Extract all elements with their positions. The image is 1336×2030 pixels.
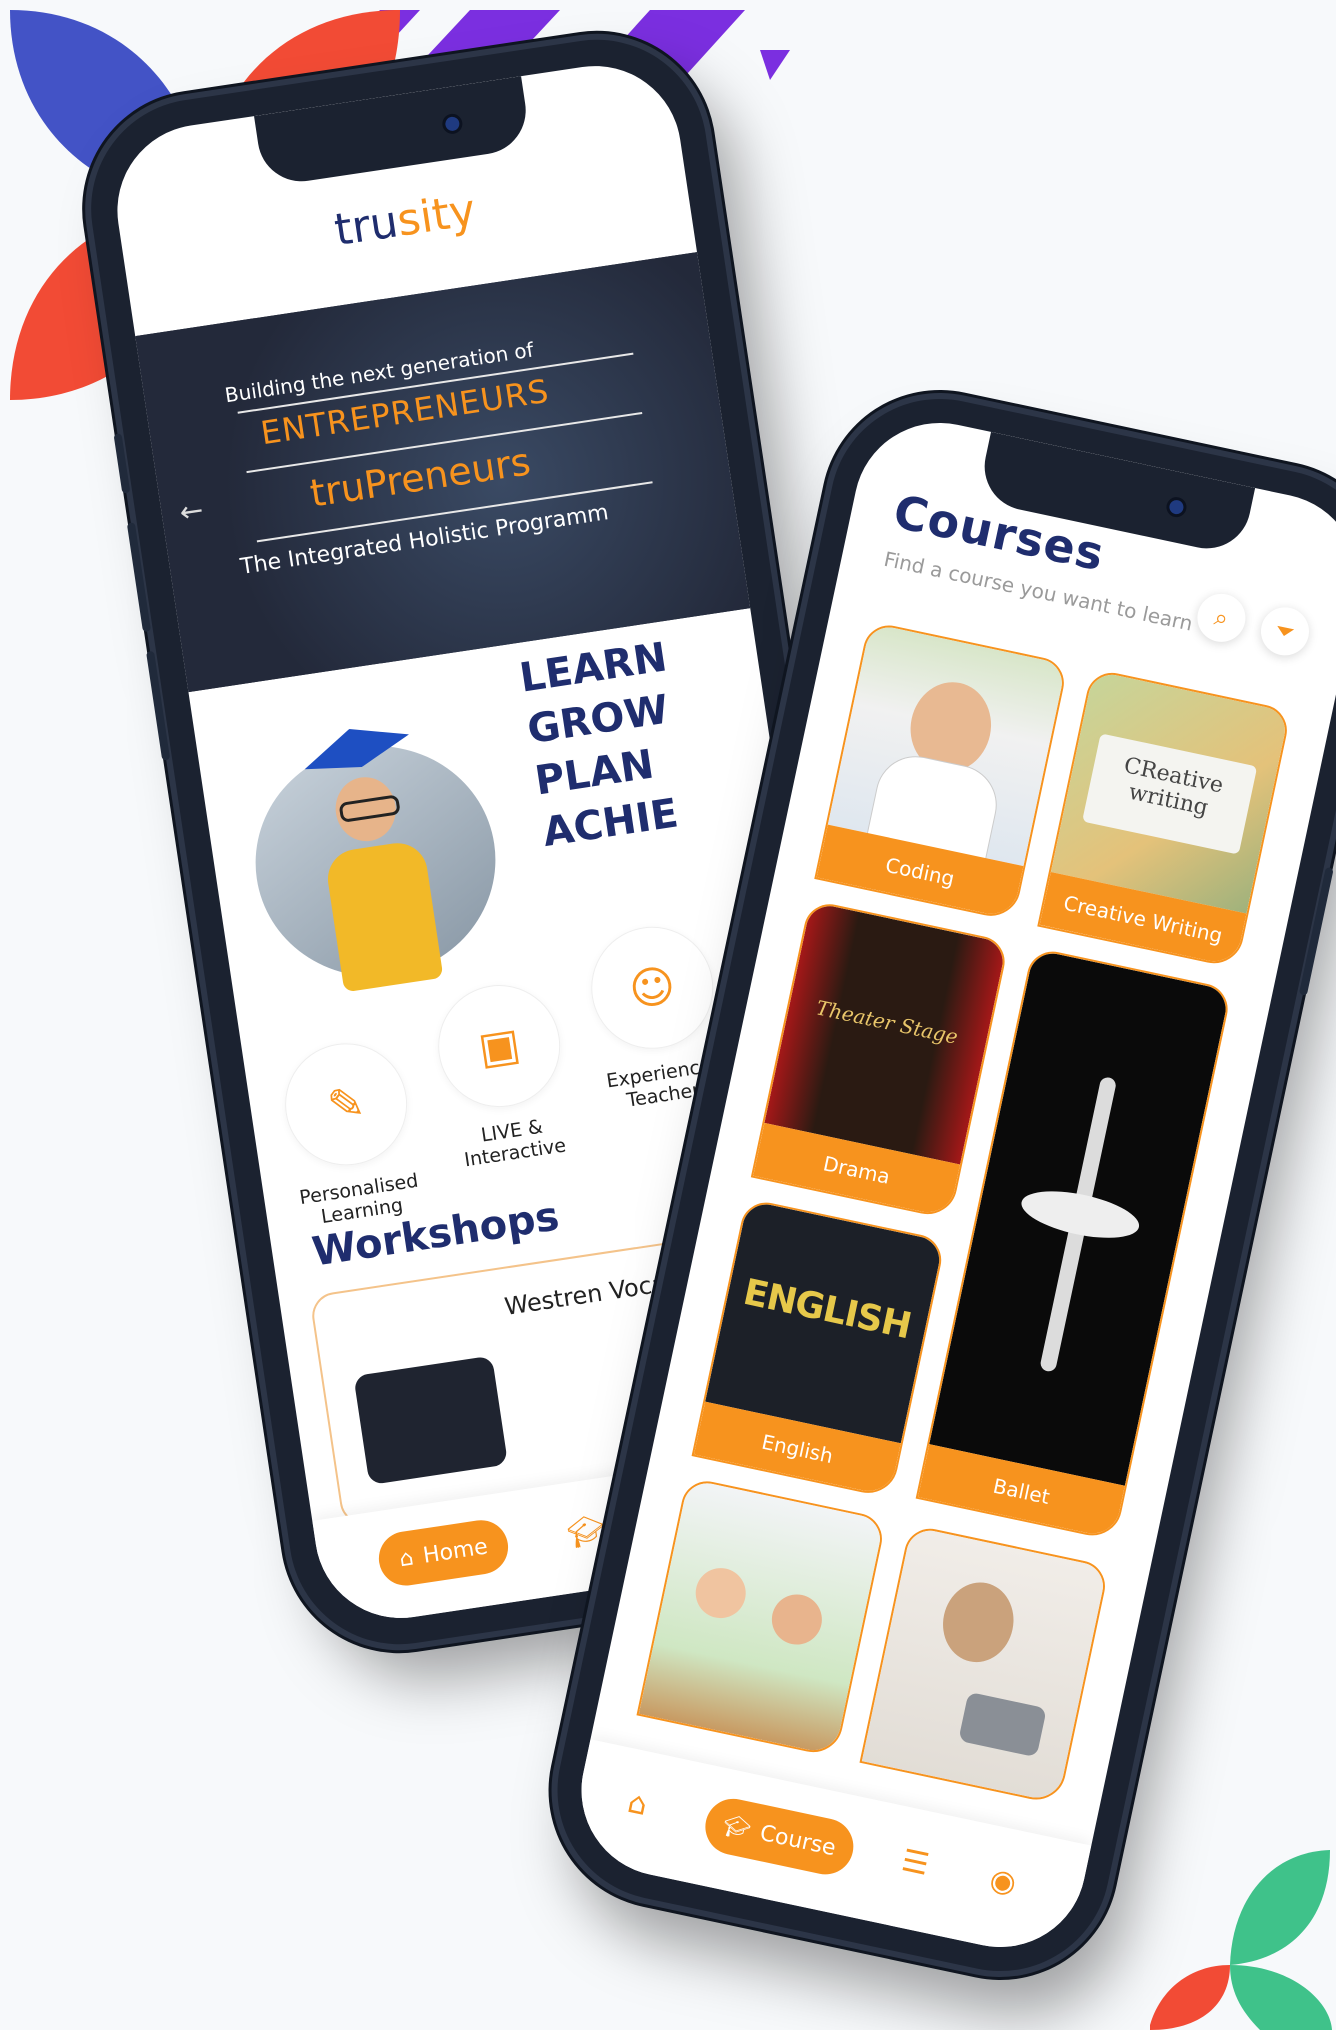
- robot-kit: [958, 1691, 1047, 1758]
- home-icon: ⌂: [397, 1545, 416, 1572]
- phone-side-button: [1298, 867, 1334, 996]
- nav-course-label: Course: [757, 1820, 839, 1861]
- slogan: LEARN GROW PLAN ACHIE: [516, 631, 693, 859]
- student-shirt: [323, 839, 444, 993]
- front-camera: [444, 115, 461, 132]
- profile-icon[interactable]: ◉: [987, 1862, 1020, 1902]
- feature-personalised-learning[interactable]: ✎ Personalised Learning: [263, 1033, 438, 1233]
- logo-prefix: tru: [331, 196, 402, 257]
- workshop-thumbnail: [353, 1355, 509, 1486]
- graduation-cap-icon: [297, 712, 414, 785]
- hero-line-4: The Integrated Holistic Programm: [238, 500, 611, 580]
- nav-home-label: Home: [421, 1533, 490, 1569]
- girl-figure: [935, 1575, 1021, 1669]
- logo-accent: sity: [393, 184, 479, 247]
- graduation-cap-icon: 🎓︎: [720, 1812, 754, 1843]
- course-card-kids[interactable]: [636, 1476, 887, 1758]
- course-image: Theater Stage: [764, 901, 1008, 1165]
- course-card-english[interactable]: ENGLISH English: [691, 1197, 946, 1499]
- hero-banner[interactable]: ← Building the next generation of ENTREP…: [135, 252, 751, 693]
- nav-course-button[interactable]: 🎓︎ Course: [700, 1793, 859, 1880]
- graduation-cap-icon[interactable]: 🎓︎: [565, 1512, 608, 1552]
- course-image: [861, 1526, 1108, 1803]
- course-image: [638, 1478, 885, 1756]
- course-image-text: ENGLISH: [739, 1271, 915, 1348]
- arrow-left-icon[interactable]: ←: [177, 493, 205, 529]
- feature-live-interactive[interactable]: ▣ LIVE & Interactive: [416, 975, 591, 1175]
- phone-side-button: [146, 650, 171, 761]
- course-image: ENGLISH: [705, 1200, 944, 1444]
- feature-label: LIVE & Interactive: [462, 1115, 568, 1172]
- filter-icon: ⏷: [1272, 615, 1298, 648]
- live-screen-icon: ▣: [474, 1017, 524, 1075]
- course-card-drama[interactable]: Theater Stage Drama: [750, 899, 1010, 1220]
- child-figure: [767, 1589, 827, 1650]
- course-image: CReative writing: [1050, 670, 1290, 914]
- home-icon[interactable]: ⌂: [625, 1785, 651, 1823]
- phone-side-button: [113, 433, 131, 494]
- course-card-creative-writing[interactable]: CReative writing Creative Writing: [1037, 668, 1292, 969]
- course-image: [827, 623, 1067, 867]
- phone-side-button: [126, 522, 151, 633]
- course-image-text: CReative writing: [1082, 733, 1258, 855]
- student-illustration: [239, 730, 512, 993]
- front-camera: [1168, 498, 1185, 516]
- course-image-text: Theater Stage: [814, 995, 960, 1049]
- list-icon[interactable]: ☰: [899, 1843, 933, 1883]
- decorative-petals-bottom: [1150, 1850, 1332, 2030]
- learner-desk-icon: ✎: [324, 1076, 369, 1133]
- course-card-coding[interactable]: Coding: [814, 620, 1069, 922]
- search-button[interactable]: ⌕: [1192, 589, 1250, 647]
- course-card-robotics[interactable]: [859, 1523, 1110, 1806]
- phone-notch: [254, 76, 532, 188]
- filter-button[interactable]: ⏷: [1256, 602, 1314, 660]
- search-icon: ⌕: [1211, 602, 1231, 633]
- teacher-icon: ☺: [625, 959, 679, 1017]
- child-figure: [691, 1563, 751, 1623]
- nav-home-button[interactable]: ⌂ Home: [375, 1516, 512, 1590]
